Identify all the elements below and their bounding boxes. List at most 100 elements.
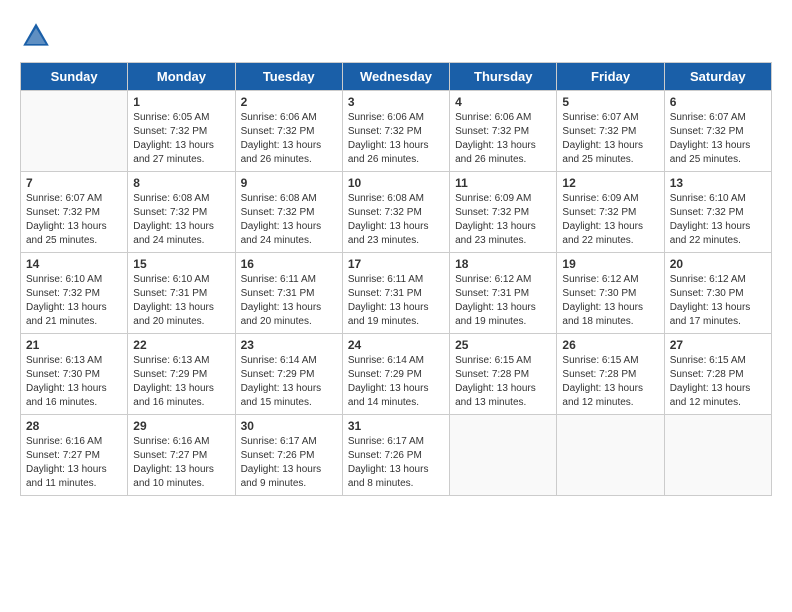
- calendar-cell: 18 Sunrise: 6:12 AMSunset: 7:31 PMDaylig…: [450, 253, 557, 334]
- calendar-cell: 6 Sunrise: 6:07 AMSunset: 7:32 PMDayligh…: [664, 91, 771, 172]
- day-number: 9: [241, 176, 337, 190]
- day-number: 25: [455, 338, 551, 352]
- day-info: Sunrise: 6:15 AMSunset: 7:28 PMDaylight:…: [670, 354, 766, 410]
- day-number: 18: [455, 257, 551, 271]
- day-header-saturday: Saturday: [664, 63, 771, 91]
- day-info: Sunrise: 6:06 AMSunset: 7:32 PMDaylight:…: [241, 111, 337, 167]
- day-info: Sunrise: 6:16 AMSunset: 7:27 PMDaylight:…: [133, 435, 229, 491]
- calendar-cell: 29 Sunrise: 6:16 AMSunset: 7:27 PMDaylig…: [128, 415, 235, 496]
- day-number: 19: [562, 257, 658, 271]
- day-number: 4: [455, 95, 551, 109]
- day-header-tuesday: Tuesday: [235, 63, 342, 91]
- calendar-week-5: 28 Sunrise: 6:16 AMSunset: 7:27 PMDaylig…: [21, 415, 772, 496]
- calendar-table: SundayMondayTuesdayWednesdayThursdayFrid…: [20, 62, 772, 496]
- page-header: [20, 20, 772, 52]
- day-number: 14: [26, 257, 122, 271]
- calendar-week-2: 7 Sunrise: 6:07 AMSunset: 7:32 PMDayligh…: [21, 172, 772, 253]
- day-number: 22: [133, 338, 229, 352]
- day-header-friday: Friday: [557, 63, 664, 91]
- day-number: 20: [670, 257, 766, 271]
- day-number: 8: [133, 176, 229, 190]
- calendar-cell: [450, 415, 557, 496]
- calendar-cell: 4 Sunrise: 6:06 AMSunset: 7:32 PMDayligh…: [450, 91, 557, 172]
- day-info: Sunrise: 6:15 AMSunset: 7:28 PMDaylight:…: [562, 354, 658, 410]
- day-info: Sunrise: 6:17 AMSunset: 7:26 PMDaylight:…: [348, 435, 444, 491]
- calendar-week-3: 14 Sunrise: 6:10 AMSunset: 7:32 PMDaylig…: [21, 253, 772, 334]
- day-info: Sunrise: 6:12 AMSunset: 7:30 PMDaylight:…: [670, 273, 766, 329]
- day-number: 13: [670, 176, 766, 190]
- calendar-cell: 31 Sunrise: 6:17 AMSunset: 7:26 PMDaylig…: [342, 415, 449, 496]
- calendar-cell: 2 Sunrise: 6:06 AMSunset: 7:32 PMDayligh…: [235, 91, 342, 172]
- calendar-cell: 17 Sunrise: 6:11 AMSunset: 7:31 PMDaylig…: [342, 253, 449, 334]
- calendar-cell: 27 Sunrise: 6:15 AMSunset: 7:28 PMDaylig…: [664, 334, 771, 415]
- calendar-cell: [557, 415, 664, 496]
- day-info: Sunrise: 6:08 AMSunset: 7:32 PMDaylight:…: [241, 192, 337, 248]
- day-header-monday: Monday: [128, 63, 235, 91]
- calendar-cell: 7 Sunrise: 6:07 AMSunset: 7:32 PMDayligh…: [21, 172, 128, 253]
- day-info: Sunrise: 6:08 AMSunset: 7:32 PMDaylight:…: [348, 192, 444, 248]
- day-info: Sunrise: 6:07 AMSunset: 7:32 PMDaylight:…: [670, 111, 766, 167]
- day-number: 17: [348, 257, 444, 271]
- day-info: Sunrise: 6:11 AMSunset: 7:31 PMDaylight:…: [241, 273, 337, 329]
- calendar-cell: 11 Sunrise: 6:09 AMSunset: 7:32 PMDaylig…: [450, 172, 557, 253]
- calendar-cell: 30 Sunrise: 6:17 AMSunset: 7:26 PMDaylig…: [235, 415, 342, 496]
- calendar-cell: 12 Sunrise: 6:09 AMSunset: 7:32 PMDaylig…: [557, 172, 664, 253]
- day-number: 10: [348, 176, 444, 190]
- calendar-cell: [664, 415, 771, 496]
- day-number: 27: [670, 338, 766, 352]
- day-number: 23: [241, 338, 337, 352]
- day-info: Sunrise: 6:08 AMSunset: 7:32 PMDaylight:…: [133, 192, 229, 248]
- calendar-cell: 28 Sunrise: 6:16 AMSunset: 7:27 PMDaylig…: [21, 415, 128, 496]
- day-info: Sunrise: 6:14 AMSunset: 7:29 PMDaylight:…: [241, 354, 337, 410]
- calendar-cell: 20 Sunrise: 6:12 AMSunset: 7:30 PMDaylig…: [664, 253, 771, 334]
- day-number: 24: [348, 338, 444, 352]
- calendar-cell: 19 Sunrise: 6:12 AMSunset: 7:30 PMDaylig…: [557, 253, 664, 334]
- calendar-cell: 15 Sunrise: 6:10 AMSunset: 7:31 PMDaylig…: [128, 253, 235, 334]
- calendar-week-4: 21 Sunrise: 6:13 AMSunset: 7:30 PMDaylig…: [21, 334, 772, 415]
- day-number: 21: [26, 338, 122, 352]
- calendar-cell: 1 Sunrise: 6:05 AMSunset: 7:32 PMDayligh…: [128, 91, 235, 172]
- day-info: Sunrise: 6:16 AMSunset: 7:27 PMDaylight:…: [26, 435, 122, 491]
- day-info: Sunrise: 6:09 AMSunset: 7:32 PMDaylight:…: [455, 192, 551, 248]
- calendar-cell: 9 Sunrise: 6:08 AMSunset: 7:32 PMDayligh…: [235, 172, 342, 253]
- calendar-cell: [21, 91, 128, 172]
- day-number: 6: [670, 95, 766, 109]
- day-info: Sunrise: 6:07 AMSunset: 7:32 PMDaylight:…: [26, 192, 122, 248]
- calendar-cell: 5 Sunrise: 6:07 AMSunset: 7:32 PMDayligh…: [557, 91, 664, 172]
- calendar-cell: 26 Sunrise: 6:15 AMSunset: 7:28 PMDaylig…: [557, 334, 664, 415]
- day-info: Sunrise: 6:12 AMSunset: 7:31 PMDaylight:…: [455, 273, 551, 329]
- day-info: Sunrise: 6:13 AMSunset: 7:29 PMDaylight:…: [133, 354, 229, 410]
- day-info: Sunrise: 6:06 AMSunset: 7:32 PMDaylight:…: [455, 111, 551, 167]
- day-number: 3: [348, 95, 444, 109]
- day-number: 11: [455, 176, 551, 190]
- day-header-sunday: Sunday: [21, 63, 128, 91]
- day-number: 16: [241, 257, 337, 271]
- logo-icon: [20, 20, 52, 52]
- day-number: 30: [241, 419, 337, 433]
- calendar-cell: 22 Sunrise: 6:13 AMSunset: 7:29 PMDaylig…: [128, 334, 235, 415]
- day-number: 26: [562, 338, 658, 352]
- calendar-cell: 10 Sunrise: 6:08 AMSunset: 7:32 PMDaylig…: [342, 172, 449, 253]
- logo: [20, 20, 56, 52]
- calendar-cell: 21 Sunrise: 6:13 AMSunset: 7:30 PMDaylig…: [21, 334, 128, 415]
- day-number: 15: [133, 257, 229, 271]
- day-info: Sunrise: 6:12 AMSunset: 7:30 PMDaylight:…: [562, 273, 658, 329]
- day-info: Sunrise: 6:06 AMSunset: 7:32 PMDaylight:…: [348, 111, 444, 167]
- day-number: 2: [241, 95, 337, 109]
- calendar-cell: 24 Sunrise: 6:14 AMSunset: 7:29 PMDaylig…: [342, 334, 449, 415]
- day-number: 29: [133, 419, 229, 433]
- day-info: Sunrise: 6:10 AMSunset: 7:32 PMDaylight:…: [670, 192, 766, 248]
- day-number: 7: [26, 176, 122, 190]
- calendar-cell: 23 Sunrise: 6:14 AMSunset: 7:29 PMDaylig…: [235, 334, 342, 415]
- calendar-week-1: 1 Sunrise: 6:05 AMSunset: 7:32 PMDayligh…: [21, 91, 772, 172]
- day-info: Sunrise: 6:10 AMSunset: 7:31 PMDaylight:…: [133, 273, 229, 329]
- day-info: Sunrise: 6:09 AMSunset: 7:32 PMDaylight:…: [562, 192, 658, 248]
- day-info: Sunrise: 6:15 AMSunset: 7:28 PMDaylight:…: [455, 354, 551, 410]
- day-header-wednesday: Wednesday: [342, 63, 449, 91]
- day-number: 31: [348, 419, 444, 433]
- day-info: Sunrise: 6:05 AMSunset: 7:32 PMDaylight:…: [133, 111, 229, 167]
- calendar-cell: 14 Sunrise: 6:10 AMSunset: 7:32 PMDaylig…: [21, 253, 128, 334]
- day-number: 12: [562, 176, 658, 190]
- day-info: Sunrise: 6:14 AMSunset: 7:29 PMDaylight:…: [348, 354, 444, 410]
- day-info: Sunrise: 6:17 AMSunset: 7:26 PMDaylight:…: [241, 435, 337, 491]
